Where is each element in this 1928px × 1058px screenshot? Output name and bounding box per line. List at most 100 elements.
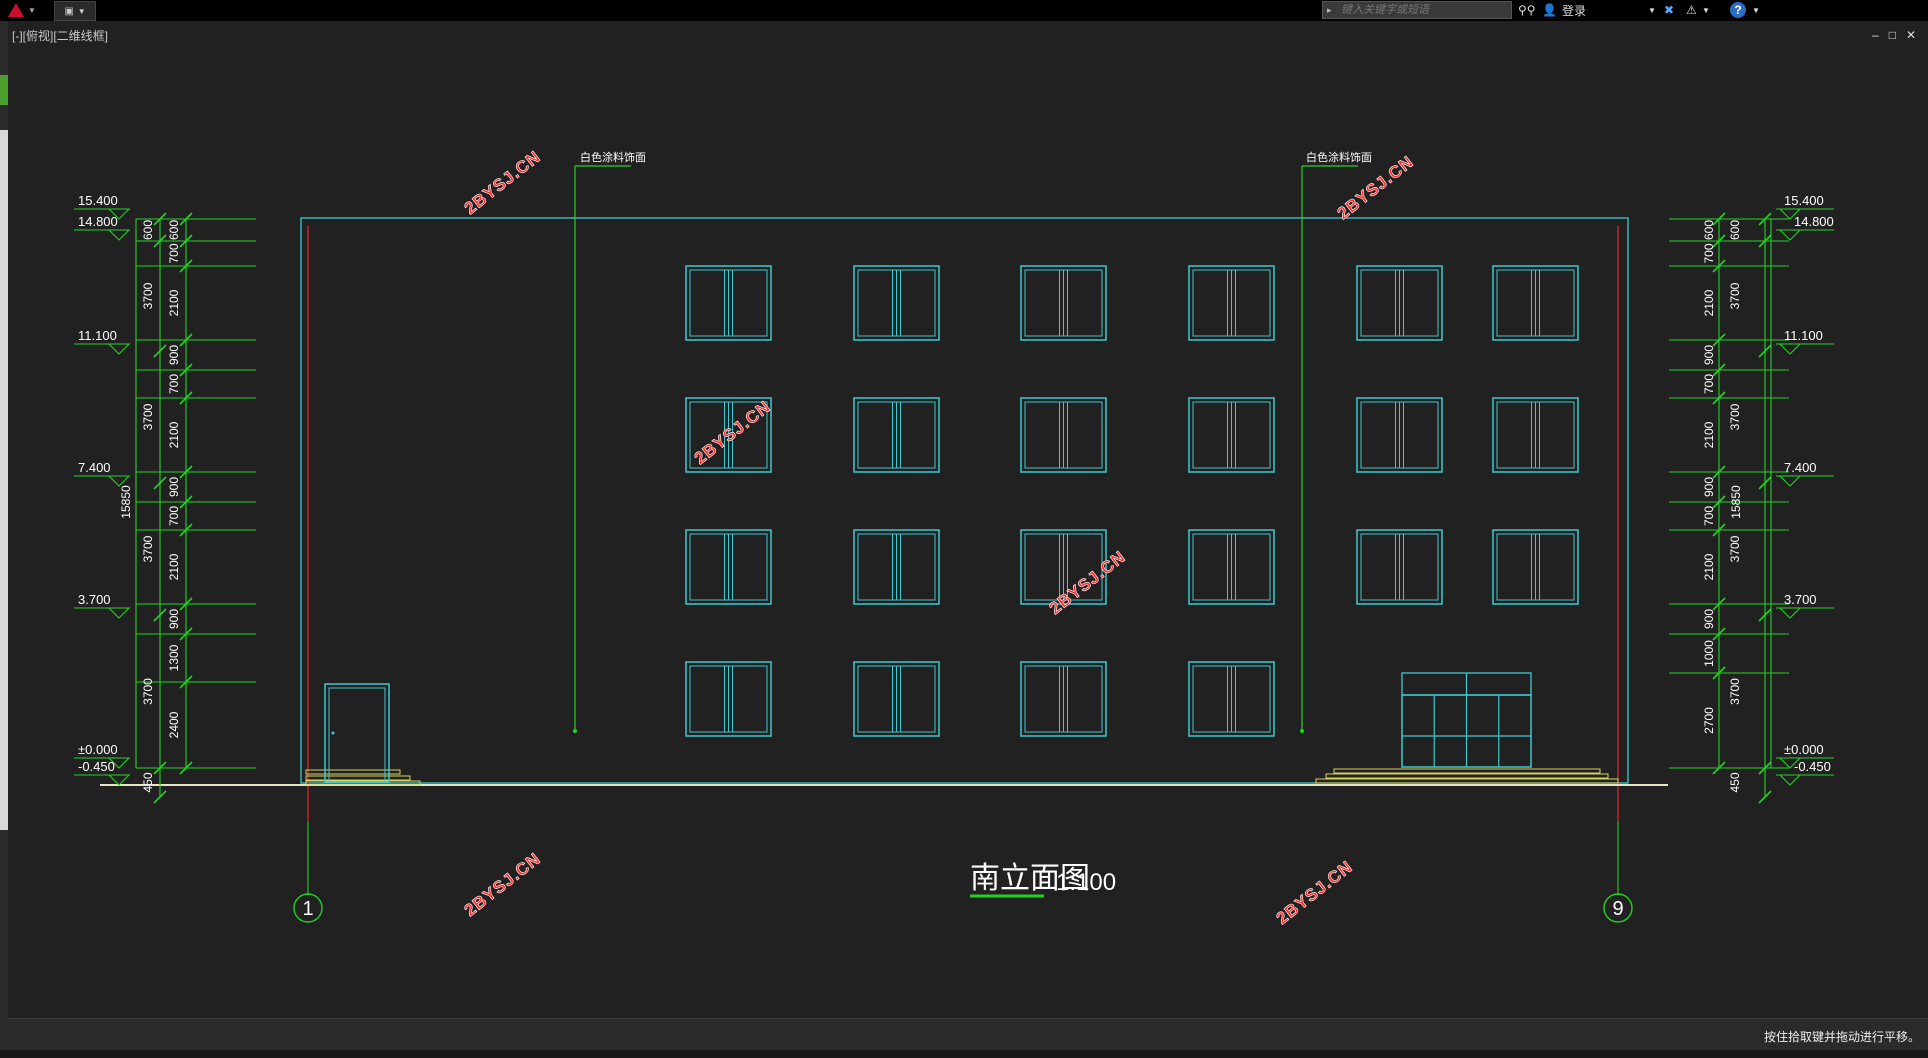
watermark-text: 2BYSJ.CN xyxy=(1273,857,1357,928)
drawing-scale: 1:100 xyxy=(1056,869,1116,896)
dim-value: 1300 xyxy=(167,644,181,671)
dim-value: 700 xyxy=(167,506,181,526)
dim-value: 700 xyxy=(1702,506,1716,526)
title-bar: ▼ ▣ ▼ ⚲⚲ 👤 登录 ▼ ✖ ⚠ ▼ ? ▼ xyxy=(0,0,1928,21)
elevation-marker-l xyxy=(74,475,131,487)
user-icon[interactable]: 👤 xyxy=(1542,2,1557,18)
elevation-marker-r xyxy=(1776,607,1834,619)
elevation-label: 15.400 xyxy=(1784,193,1824,208)
dim-value: 600 xyxy=(1702,220,1716,240)
chevron-down-icon[interactable]: ▼ xyxy=(78,7,86,16)
dim-value: 2400 xyxy=(167,711,181,738)
dim-value: 2100 xyxy=(1702,421,1716,448)
restore-icon[interactable]: □ xyxy=(1889,28,1896,42)
stair-step-left xyxy=(305,775,411,781)
window xyxy=(685,529,772,605)
elevation-label: 11.100 xyxy=(1784,328,1823,343)
total-height-left: 15850 xyxy=(119,485,133,519)
dim-value: 450 xyxy=(1728,772,1742,792)
side-door-leaf xyxy=(328,687,386,783)
dim-value: 900 xyxy=(167,345,181,365)
login-button[interactable]: 登录 xyxy=(1562,2,1586,18)
save-icon[interactable]: ▣ xyxy=(64,6,73,17)
window xyxy=(1356,265,1443,341)
drawing-canvas[interactable]: 白色涂料饰面 白色涂料饰面 15.400 15.400 14.800 14.800 11.1… xyxy=(8,21,1928,1018)
dim-value: 3700 xyxy=(141,403,155,430)
elevation-marker-l xyxy=(74,607,131,619)
window xyxy=(1188,661,1275,737)
window-controls: – □ ✕ xyxy=(1872,28,1916,42)
window xyxy=(1020,661,1107,737)
watermark-text: 2BYSJ.CN xyxy=(1046,547,1130,618)
elevation-label: 7.400 xyxy=(1784,460,1817,475)
dim-value: 700 xyxy=(167,243,181,263)
elevation-label: 3.700 xyxy=(78,592,111,607)
exchange-icon[interactable]: ✖ xyxy=(1664,2,1674,18)
elevation-label: 15.400 xyxy=(78,193,118,208)
stair-step-right xyxy=(1333,768,1601,774)
search-input[interactable] xyxy=(1339,3,1503,17)
window xyxy=(853,661,940,737)
elevation-label: -0.450 xyxy=(1794,759,1831,774)
close-icon[interactable]: ✕ xyxy=(1906,28,1916,42)
side-door xyxy=(324,683,390,783)
axis-label-9: 9 xyxy=(1612,898,1623,920)
dim-value: 450 xyxy=(141,772,155,792)
elevation-label: 11.100 xyxy=(78,328,117,343)
callout-label-right: 白色涂料饰面 xyxy=(1306,150,1372,164)
stair-step-left xyxy=(305,769,401,775)
window xyxy=(1356,397,1443,473)
dim-value: 900 xyxy=(167,477,181,497)
window xyxy=(685,661,772,737)
window xyxy=(853,529,940,605)
chevron-down-icon[interactable]: ▼ xyxy=(1752,2,1760,18)
window xyxy=(1356,529,1443,605)
connect-icon[interactable]: ⚠ xyxy=(1686,2,1697,18)
autocad-logo-icon xyxy=(8,3,24,17)
elevation-label: 3.700 xyxy=(1784,592,1817,607)
dim-value: 3700 xyxy=(141,282,155,309)
window xyxy=(1188,265,1275,341)
left-edge-panel-strip xyxy=(0,130,8,830)
dim-value: 2100 xyxy=(167,421,181,448)
elevation-marker-r xyxy=(1776,774,1834,786)
elevation-marker-r xyxy=(1776,343,1834,355)
chevron-down-icon[interactable]: ▼ xyxy=(1648,2,1656,18)
windows-group xyxy=(685,265,1579,737)
status-bar: 按住拾取键并拖动进行平移。 xyxy=(8,1018,1928,1051)
application-menu-button[interactable]: ▼ xyxy=(2,0,46,20)
left-edge-tab[interactable] xyxy=(0,75,8,105)
window xyxy=(1188,397,1275,473)
elevation-label: 14.800 xyxy=(78,214,118,229)
facade-outline xyxy=(300,217,1629,784)
dim-value: 700 xyxy=(167,374,181,394)
window xyxy=(853,265,940,341)
dim-value: 900 xyxy=(1702,345,1716,365)
binoculars-icon[interactable]: ⚲⚲ xyxy=(1518,2,1536,18)
minimize-icon[interactable]: – xyxy=(1872,28,1879,42)
dim-value: 900 xyxy=(167,609,181,629)
dim-value: 900 xyxy=(1702,477,1716,497)
window xyxy=(1492,265,1579,341)
dim-value: 3700 xyxy=(141,678,155,705)
watermark-text: 2BYSJ.CN xyxy=(461,849,545,920)
total-height-right: 15850 xyxy=(1729,485,1743,519)
window xyxy=(1020,397,1107,473)
elevation-marker-r xyxy=(1776,475,1834,487)
help-icon[interactable]: ? xyxy=(1730,2,1746,18)
window xyxy=(685,265,772,341)
window xyxy=(1020,265,1107,341)
quick-access-toolbar[interactable]: ▣ ▼ xyxy=(54,1,96,21)
search-box[interactable] xyxy=(1322,1,1512,19)
doors-group xyxy=(324,672,1532,783)
window xyxy=(1492,529,1579,605)
elevation-label: 14.800 xyxy=(1794,214,1834,229)
dim-value: 600 xyxy=(1728,220,1742,240)
elevation-marker-l xyxy=(74,774,131,786)
viewport-label[interactable]: [-][俯视][二维线框] xyxy=(12,27,108,44)
dim-value: 3700 xyxy=(1728,678,1742,705)
dim-value: 2100 xyxy=(167,553,181,580)
window xyxy=(1492,397,1579,473)
login-label: 登录 xyxy=(1562,3,1587,18)
chevron-down-icon[interactable]: ▼ xyxy=(1702,2,1710,18)
